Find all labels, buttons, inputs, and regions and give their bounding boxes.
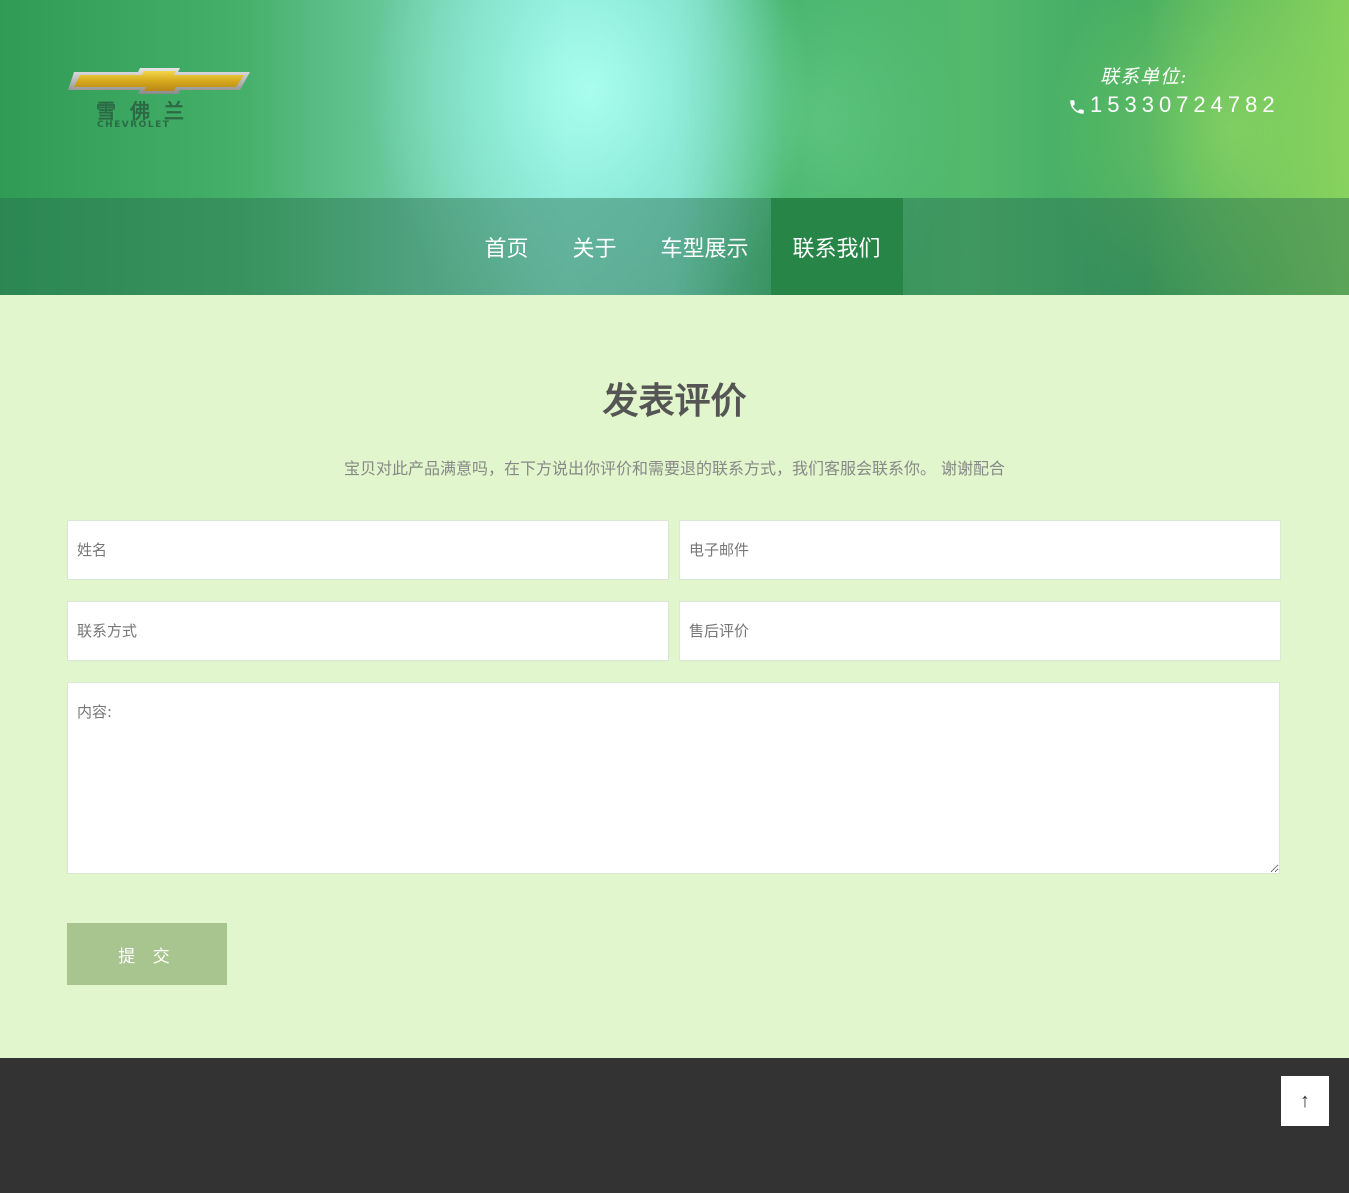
nav-item-home[interactable]: 首页 [462, 198, 550, 295]
contact-label: 联系单位: [1100, 66, 1188, 88]
site-footer [0, 1058, 1349, 1193]
chevrolet-logo[interactable]: 雪佛兰 CHEVROLET [68, 66, 253, 130]
contact-phone-number: 15330724782 [1090, 92, 1280, 117]
phone-input[interactable] [67, 601, 669, 661]
name-input[interactable] [67, 520, 669, 580]
bowtie-logo-icon: 雪佛兰 CHEVROLET [68, 68, 250, 130]
page-title: 发表评价 [602, 380, 747, 422]
submit-button[interactable]: 提 交 [67, 923, 227, 985]
content-textarea[interactable] [67, 682, 1280, 874]
review-input[interactable] [679, 601, 1281, 661]
nav-item-contact[interactable]: 联系我们 [770, 198, 903, 295]
email-input[interactable] [679, 520, 1281, 580]
logo-english-text: CHEVROLET [97, 120, 170, 130]
site-header: 雪佛兰 CHEVROLET 联系单位: 15330724782 首页 关于 车型… [0, 0, 1349, 295]
contact-phone[interactable]: 15330724782 [1068, 92, 1280, 118]
arrow-up-icon: ↑ [1300, 1089, 1310, 1112]
nav-item-models[interactable]: 车型展示 [639, 198, 771, 295]
phone-icon [1068, 96, 1086, 114]
nav-item-about[interactable]: 关于 [550, 198, 638, 295]
back-to-top-button[interactable]: ↑ [1281, 1076, 1329, 1126]
page-description: 宝贝对此产品满意吗，在下方说出你评价和需要退的联系方式，我们客服会联系你。 谢谢… [343, 459, 1006, 478]
main-nav: 首页 关于 车型展示 联系我们 [0, 198, 1349, 295]
